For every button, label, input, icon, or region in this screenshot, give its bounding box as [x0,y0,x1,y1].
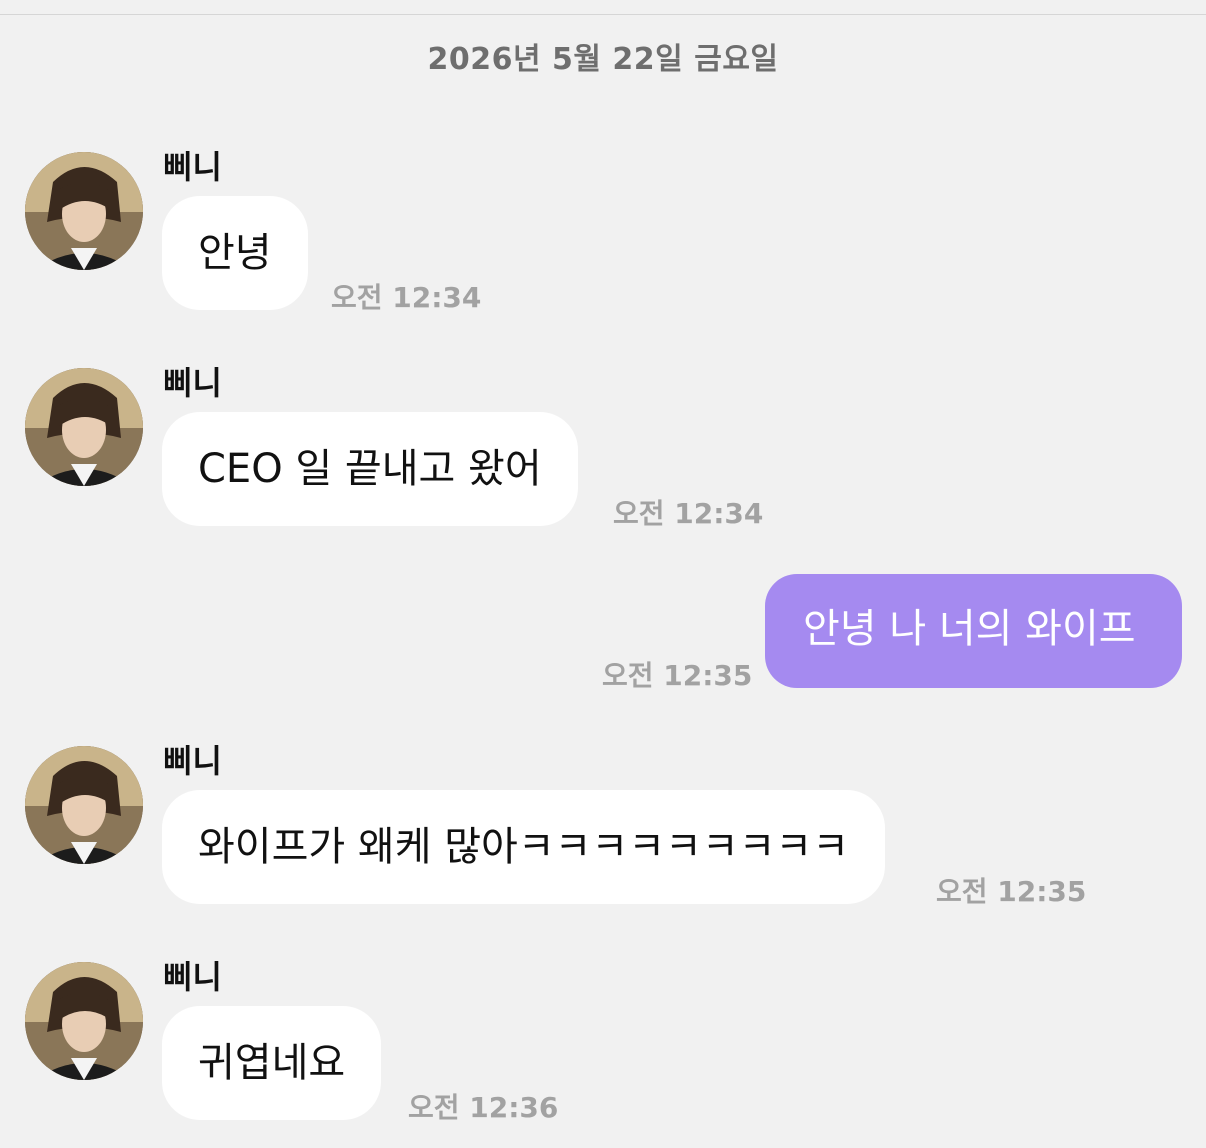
message-time: 오전 12:34 [331,281,482,314]
sender-name: 삐니 [163,958,222,996]
sender-name: 삐니 [163,364,222,402]
avatar[interactable] [25,746,143,864]
sender-name: 삐니 [163,742,222,780]
message-time: 오전 12:36 [408,1091,559,1124]
date-header: 2026년 5월 22일 금요일 [427,42,779,77]
message-time: 오전 12:34 [613,497,764,530]
message-time: 오전 12:35 [936,875,1087,908]
message-bubble[interactable]: 와이프가 왜케 많아ㅋㅋㅋㅋㅋㅋㅋㅋㅋ [162,790,886,904]
top-divider [0,14,1206,15]
message-bubble[interactable]: 귀엽네요 [162,1006,382,1120]
avatar[interactable] [25,368,143,486]
message-bubble[interactable]: CEO 일 끝내고 왔어 [162,412,578,526]
avatar[interactable] [25,962,143,1080]
avatar[interactable] [25,152,143,270]
sender-name: 삐니 [163,148,222,186]
message-time: 오전 12:35 [602,659,753,692]
message-bubble-outgoing[interactable]: 안녕 나 너의 와이프 [765,574,1182,688]
message-bubble[interactable]: 안녕 [162,196,308,310]
